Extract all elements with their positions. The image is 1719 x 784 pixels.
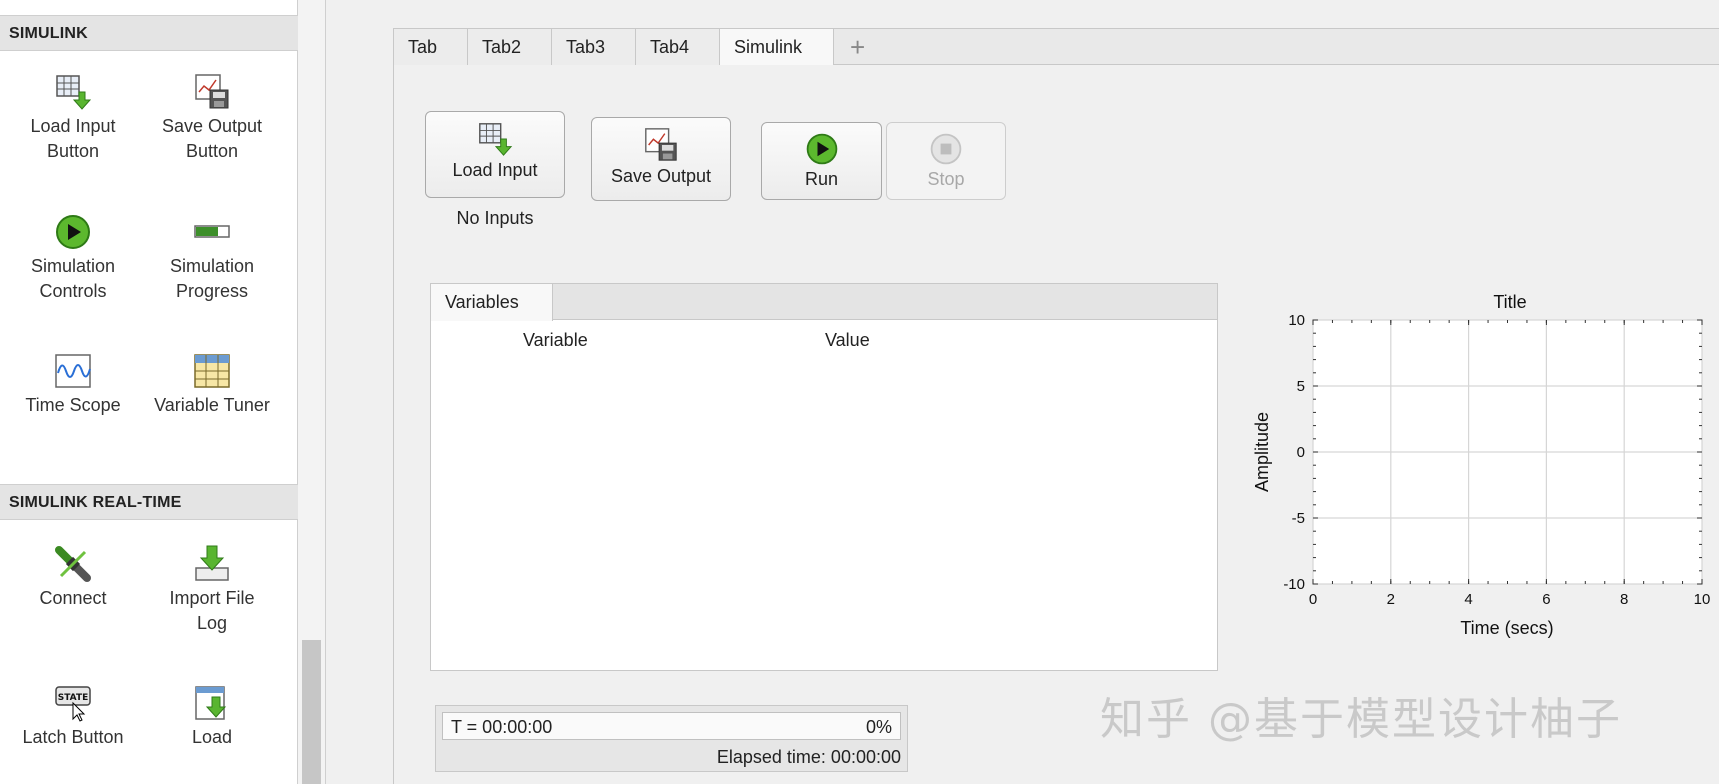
tab-tab4[interactable]: Tab4 <box>636 29 720 65</box>
load-input-icon <box>479 123 513 156</box>
x-tick-label: 6 <box>1542 591 1550 608</box>
table-grid-icon <box>194 354 230 388</box>
palette-item-label: Progress <box>175 281 249 301</box>
palette-item-label: Connect <box>39 588 107 608</box>
palette-item-label: Button <box>185 141 239 161</box>
x-axis-label: Time (secs) <box>1460 618 1553 638</box>
save-output-icon <box>195 74 229 109</box>
tab-strip: Tab Tab2 Tab3 Tab4 Simulink + <box>393 28 1719 66</box>
load-input-button-label: Load Input <box>452 160 538 180</box>
connect-plug-icon <box>55 546 91 582</box>
palette-item-latch-button[interactable]: STATE Latch Button <box>3 683 143 750</box>
run-button[interactable]: Run <box>761 122 882 200</box>
simulation-time: T = 00:00:00 <box>451 717 553 737</box>
y-axis-label: Amplitude <box>1252 412 1272 492</box>
palette-item-label: Log <box>196 613 228 633</box>
y-tick-label: 0 <box>1297 444 1305 461</box>
palette-item-connect[interactable]: Connect <box>3 544 143 611</box>
palette-item-label: Simulation <box>30 256 116 276</box>
tab-tab[interactable]: Tab <box>394 29 468 65</box>
x-tick-label: 10 <box>1694 591 1711 608</box>
palette-item-label: Controls <box>39 281 107 301</box>
progress-percent: 0% <box>865 717 892 737</box>
variables-panel: Variables Variable Value <box>430 283 1218 671</box>
palette-item-save-output-button[interactable]: Save Output Button <box>142 72 282 164</box>
play-icon <box>56 215 90 249</box>
watermark-text: 知乎 @基于模型设计柚子 <box>1100 694 1622 745</box>
y-tick-label: 5 <box>1297 378 1305 395</box>
tab-variables[interactable]: Variables <box>431 284 553 321</box>
run-button-label: Run <box>804 169 839 189</box>
palette-item-label: Latch Button <box>22 727 124 747</box>
save-output-icon <box>645 128 677 161</box>
load-input-status: No Inputs <box>456 208 534 228</box>
plot-title: Title <box>1493 292 1526 312</box>
latch-button-icon: STATE <box>55 686 91 722</box>
x-tick-label: 8 <box>1620 591 1628 608</box>
palette-item-label: Button <box>46 141 100 161</box>
section-simulink-real-time-header: SIMULINK REAL-TIME <box>0 484 298 520</box>
palette-item-label: Load Input <box>30 116 116 136</box>
play-icon <box>806 133 837 165</box>
palette-item-label: Time Scope <box>25 395 121 415</box>
load-input-icon <box>56 75 92 110</box>
save-output-button[interactable]: Save Output <box>591 117 731 201</box>
stop-button-label: Stop <box>927 169 965 189</box>
save-output-button-label: Save Output <box>610 166 712 186</box>
library-palette: SIMULINK Load Input Button Save Output B… <box>0 0 298 784</box>
palette-item-label: Simulation <box>169 256 255 276</box>
column-header-value[interactable]: Value <box>825 330 870 351</box>
palette-item-simulation-controls[interactable]: Simulation Controls <box>3 212 143 304</box>
tab-tab3[interactable]: Tab3 <box>552 29 636 65</box>
palette-item-import-file-log[interactable]: Import File Log <box>142 544 282 636</box>
y-tick-label: -10 <box>1283 576 1305 593</box>
load-input-button[interactable]: Load Input <box>425 111 565 198</box>
load-icon <box>195 686 227 720</box>
latch-icon-text: STATE <box>58 693 88 703</box>
palette-item-variable-tuner[interactable]: Variable Tuner <box>142 351 282 418</box>
palette-item-time-scope[interactable]: Time Scope <box>3 351 143 418</box>
palette-item-label: Import File <box>169 588 255 608</box>
x-tick-label: 2 <box>1387 591 1395 608</box>
tab-tab2[interactable]: Tab2 <box>468 29 552 65</box>
import-file-icon <box>195 545 229 581</box>
palette-item-load-input-button[interactable]: Load Input Button <box>3 72 143 164</box>
progress-bar: T = 00:00:00 0% <box>442 712 901 740</box>
time-scope-icon <box>55 354 91 388</box>
x-tick-label: 0 <box>1309 591 1317 608</box>
elapsed-time: Elapsed time: 00:00:00 <box>716 747 901 767</box>
palette-item-simulation-progress[interactable]: Simulation Progress <box>142 212 282 304</box>
progress-bar-icon <box>194 225 230 238</box>
palette-scrollbar-thumb[interactable] <box>302 640 321 784</box>
y-tick-label: 10 <box>1288 312 1305 329</box>
palette-item-label: Save Output <box>161 116 263 136</box>
stop-button[interactable]: Stop <box>886 122 1006 200</box>
time-scope-plot[interactable]: Title 0 2 4 6 8 10 10 5 0 -5 -10 Time (secs) Ampli… <box>1240 290 1719 650</box>
simulation-progress: T = 00:00:00 0% Elapsed time: 00:00:00 <box>435 705 908 772</box>
palette-item-load[interactable]: Load <box>142 683 282 750</box>
tab-simulink[interactable]: Simulink <box>720 29 834 66</box>
palette-item-label: Load <box>191 727 233 747</box>
add-tab-icon[interactable]: + <box>850 32 865 63</box>
x-tick-label: 4 <box>1464 591 1472 608</box>
palette-item-label: Variable Tuner <box>154 395 270 415</box>
column-header-variable[interactable]: Variable <box>523 330 588 351</box>
stop-icon <box>930 133 962 165</box>
section-simulink-header: SIMULINK <box>0 15 298 51</box>
y-tick-label: -5 <box>1292 510 1305 527</box>
